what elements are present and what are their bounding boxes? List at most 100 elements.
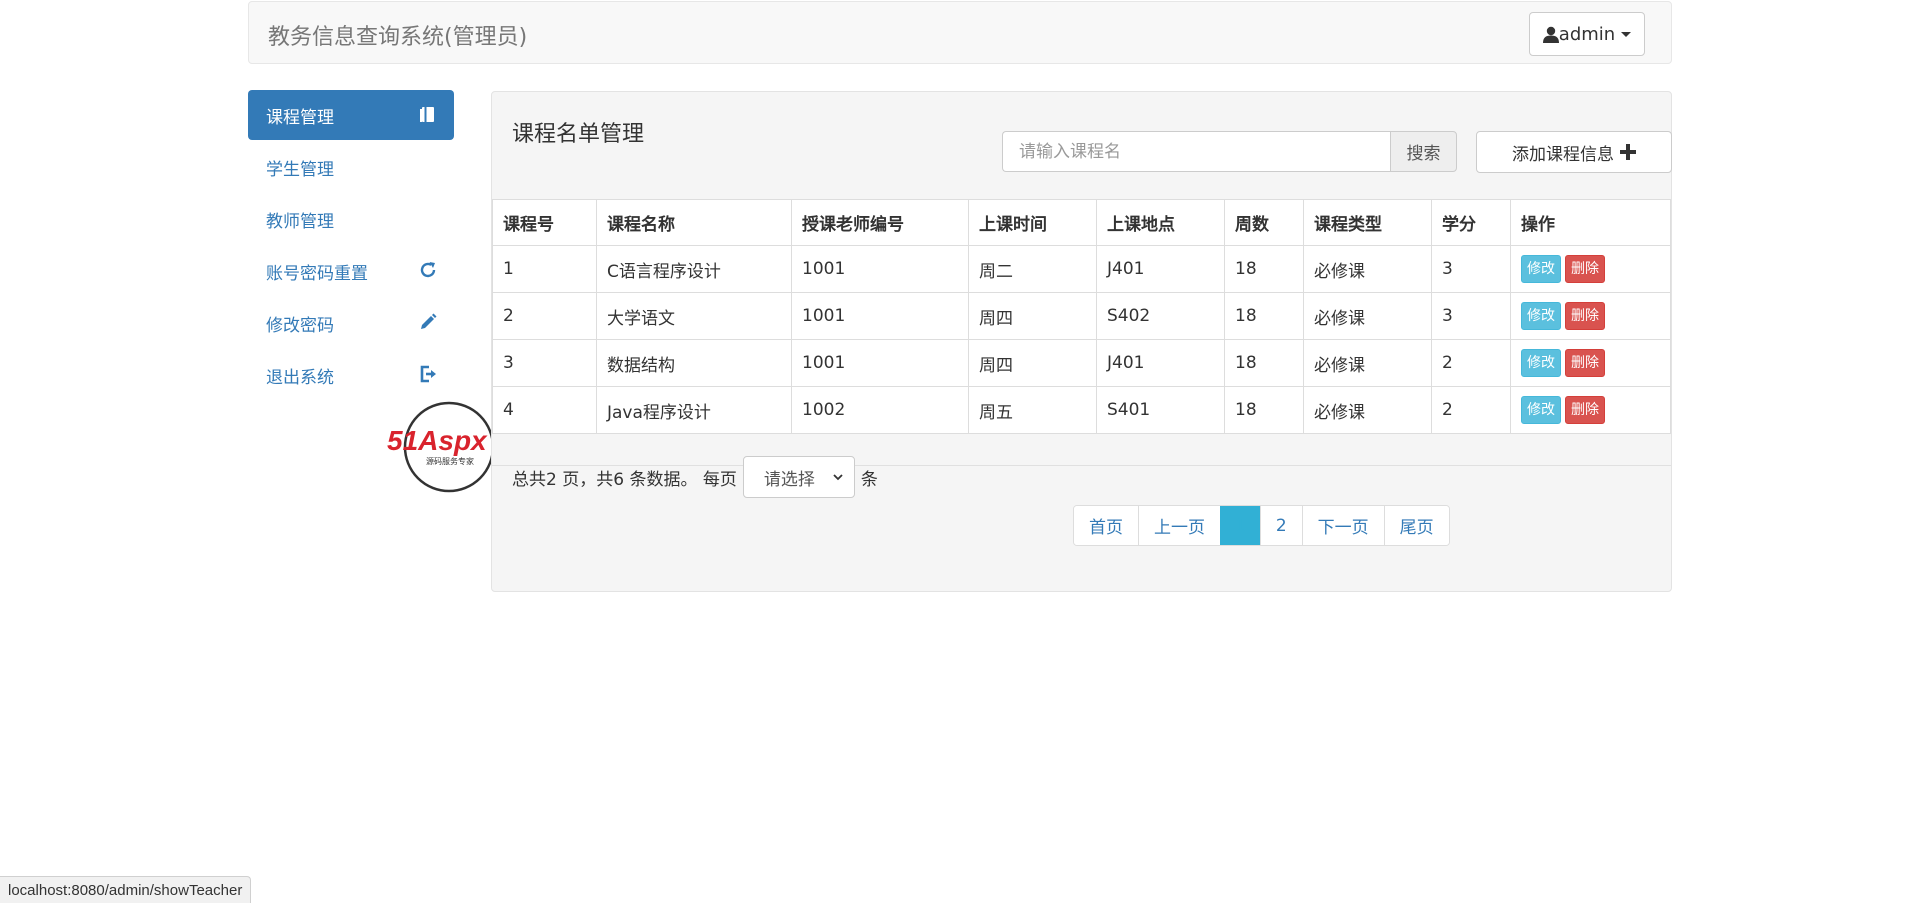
cell-location: J401	[1096, 245, 1225, 293]
cell-teacher-id: 1001	[791, 339, 969, 387]
col-weeks: 周数	[1224, 199, 1304, 246]
sidebar-item-course[interactable]: 课程管理	[248, 90, 454, 140]
col-type: 课程类型	[1303, 199, 1432, 246]
sidebar-item-logout[interactable]: 退出系统	[248, 350, 454, 400]
cell-credits: 2	[1431, 339, 1511, 387]
table-header-row: 课程号 课程名称 授课老师编号 上课时间 上课地点 周数 课程类型 学分 操作	[492, 199, 1671, 246]
sidebar-item-label: 课程管理	[266, 107, 334, 128]
cell-weeks: 18	[1224, 386, 1304, 434]
cell-weeks: 18	[1224, 245, 1304, 293]
user-name: admin	[1558, 23, 1616, 45]
refresh-icon	[420, 262, 436, 278]
navbar: 教务信息查询系统(管理员) admin	[248, 1, 1672, 64]
summary-text: 总共2 页，共6 条数据。 每页	[512, 469, 737, 490]
cell-course-id: 4	[492, 386, 597, 434]
cell-teacher-id: 1001	[791, 292, 969, 340]
table-row: 2 大学语文 1001 周四 S402 18 必修课 3 修改 删除	[492, 292, 1671, 340]
cell-course-id: 2	[492, 292, 597, 340]
sidebar-item-label: 退出系统	[266, 367, 334, 388]
cell-course-name: 数据结构	[596, 339, 792, 387]
main-panel: 课程名单管理 搜索 添加课程信息 课程号 课程名称 授课老师编号 上课时间 上课…	[491, 91, 1672, 592]
watermark-brand: 51Aspx	[387, 425, 488, 456]
panel-title: 课程名单管理	[512, 122, 645, 147]
cell-type: 必修课	[1303, 339, 1432, 387]
cell-time: 周五	[968, 386, 1097, 434]
sidebar-item-teacher[interactable]: 教师管理	[248, 194, 454, 244]
user-menu-button[interactable]: admin	[1529, 12, 1645, 56]
col-credits: 学分	[1431, 199, 1511, 246]
cell-type: 必修课	[1303, 292, 1432, 340]
table-row: 1 C语言程序设计 1001 周二 J401 18 必修课 3 修改 删除	[492, 245, 1671, 293]
cell-actions: 修改 删除	[1510, 245, 1671, 293]
sidebar-item-reset-password[interactable]: 账号密码重置	[248, 246, 454, 296]
cell-time: 周四	[968, 339, 1097, 387]
cell-type: 必修课	[1303, 386, 1432, 434]
cell-actions: 修改 删除	[1510, 339, 1671, 387]
page-1[interactable]: 1	[1220, 506, 1260, 545]
page-2[interactable]: 2	[1259, 506, 1302, 545]
col-teacher-id: 授课老师编号	[791, 199, 969, 246]
col-actions: 操作	[1510, 199, 1671, 246]
cell-course-id: 3	[492, 339, 597, 387]
page-first[interactable]: 首页	[1074, 506, 1138, 545]
delete-button[interactable]: 删除	[1565, 255, 1605, 283]
col-location: 上课地点	[1096, 199, 1225, 246]
summary-suffix: 条	[860, 469, 878, 490]
cell-teacher-id: 1002	[791, 386, 969, 434]
book-icon	[420, 107, 434, 122]
col-course-name: 课程名称	[596, 199, 792, 246]
pagination-summary: 总共2 页，共6 条数据。 每页 请选择 条	[512, 456, 878, 498]
search-button[interactable]: 搜索	[1390, 131, 1457, 172]
cell-credits: 3	[1431, 245, 1511, 293]
cell-teacher-id: 1001	[791, 245, 969, 293]
add-course-label: 添加课程信息	[1512, 144, 1614, 165]
page-title[interactable]: 教务信息查询系统(管理员)	[268, 19, 527, 51]
edit-button[interactable]: 修改	[1521, 396, 1561, 424]
page-size-select[interactable]: 请选择	[742, 456, 855, 498]
sidebar-item-change-password[interactable]: 修改密码	[248, 298, 454, 348]
sidebar: 课程管理 学生管理 教师管理 账号密码重置 修改密码 退出系统	[248, 90, 454, 402]
sidebar-item-label: 学生管理	[266, 159, 334, 180]
watermark-tagline: 源码服务专家	[426, 456, 474, 466]
browser-status-bar: localhost:8080/admin/showTeacher	[0, 876, 252, 903]
delete-button[interactable]: 删除	[1565, 349, 1605, 377]
table-row: 3 数据结构 1001 周四 J401 18 必修课 2 修改 删除	[492, 339, 1671, 387]
logout-icon	[420, 365, 436, 383]
sidebar-item-label: 修改密码	[266, 315, 334, 336]
cell-location: S401	[1096, 386, 1225, 434]
cell-location: J401	[1096, 339, 1225, 387]
cell-course-name: 大学语文	[596, 292, 792, 340]
col-course-id: 课程号	[492, 199, 597, 246]
cell-course-id: 1	[492, 245, 597, 293]
edit-button[interactable]: 修改	[1521, 255, 1561, 283]
chevron-down-icon	[833, 474, 843, 481]
cell-type: 必修课	[1303, 245, 1432, 293]
cell-weeks: 18	[1224, 292, 1304, 340]
edit-button[interactable]: 修改	[1521, 302, 1561, 330]
search-input[interactable]	[1002, 131, 1390, 172]
add-course-button[interactable]: 添加课程信息	[1476, 131, 1672, 173]
cell-credits: 3	[1431, 292, 1511, 340]
plus-icon	[1620, 144, 1636, 160]
sidebar-item-label: 教师管理	[266, 211, 334, 232]
delete-button[interactable]: 删除	[1565, 302, 1605, 330]
cell-time: 周二	[968, 245, 1097, 293]
page-next[interactable]: 下一页	[1301, 506, 1384, 545]
cell-course-name: Java程序设计	[596, 386, 792, 434]
cell-location: S402	[1096, 292, 1225, 340]
caret-down-icon	[1621, 31, 1632, 37]
page-prev[interactable]: 上一页	[1138, 506, 1220, 545]
edit-button[interactable]: 修改	[1521, 349, 1561, 377]
cell-weeks: 18	[1224, 339, 1304, 387]
col-time: 上课时间	[968, 199, 1097, 246]
pencil-icon	[421, 313, 437, 329]
cell-actions: 修改 删除	[1510, 386, 1671, 434]
sidebar-item-student[interactable]: 学生管理	[248, 142, 454, 192]
cell-credits: 2	[1431, 386, 1511, 434]
user-icon	[1542, 26, 1559, 43]
course-table: 课程号 课程名称 授课老师编号 上课时间 上课地点 周数 课程类型 学分 操作 …	[492, 199, 1671, 434]
page-last[interactable]: 尾页	[1383, 506, 1449, 545]
delete-button[interactable]: 删除	[1565, 396, 1605, 424]
sidebar-item-label: 账号密码重置	[266, 263, 368, 284]
cell-time: 周四	[968, 292, 1097, 340]
